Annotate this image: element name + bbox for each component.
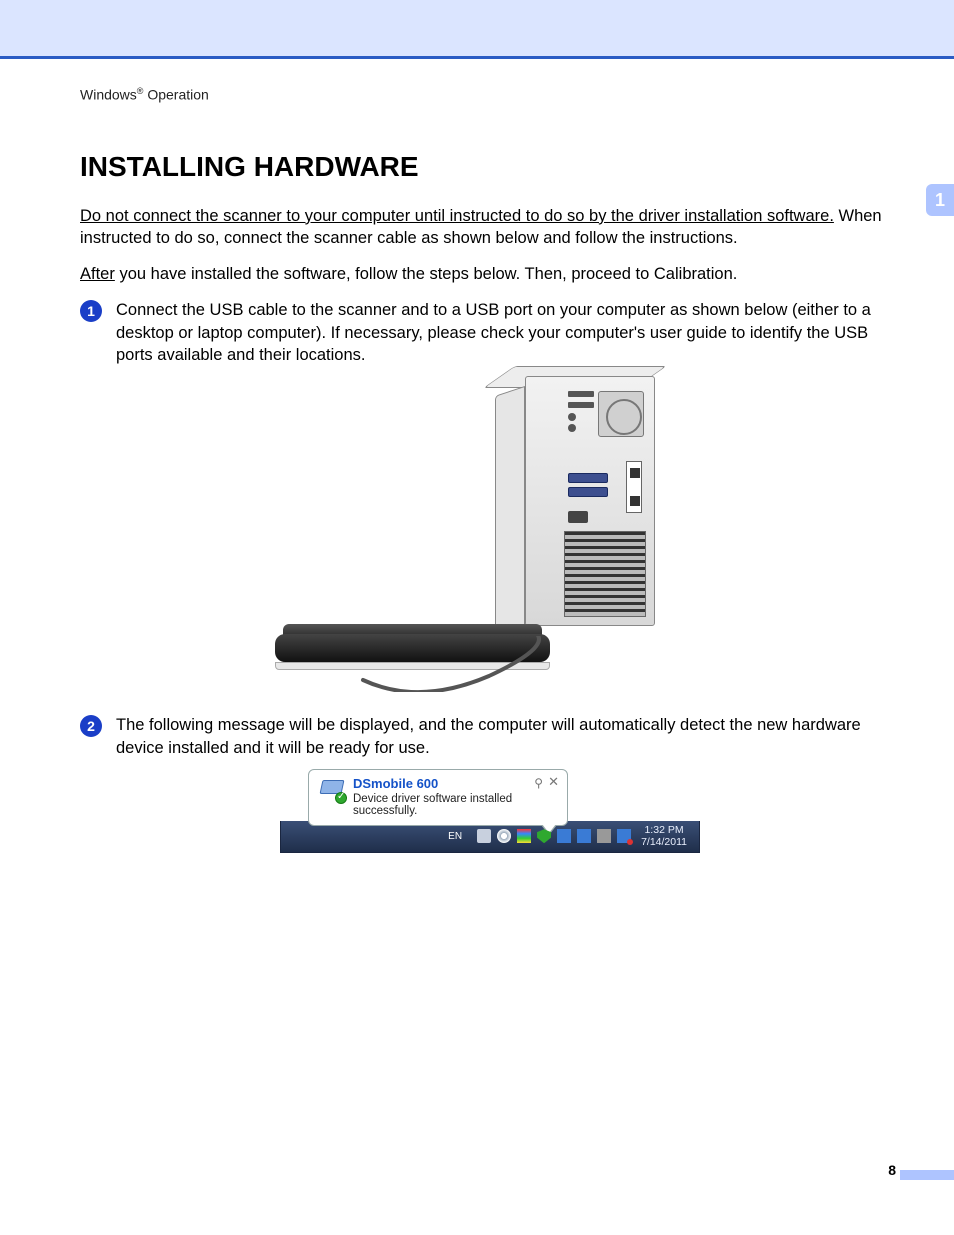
keyboard-icon[interactable] (477, 829, 491, 843)
step-number-1: 1 (80, 300, 102, 322)
breadcrumb-os: Windows (80, 87, 137, 103)
figure-notification: ⚲ ✕ DSmobile 600 Device driver software … (280, 769, 700, 853)
page-title: INSTALLING HARDWARE (80, 151, 900, 183)
tray-icon-1[interactable] (557, 829, 571, 843)
notification-title: DSmobile 600 (353, 776, 557, 791)
intro-paragraph-1: Do not connect the scanner to your compu… (80, 205, 900, 250)
step-2-num: 2 (87, 718, 95, 734)
close-icon[interactable]: ✕ (548, 774, 559, 790)
registered-mark: ® (137, 86, 144, 96)
header-band (0, 0, 954, 56)
header-rule (0, 56, 954, 59)
step-1-text: Connect the USB cable to the scanner and… (116, 299, 900, 366)
figure-hardware (275, 376, 705, 696)
pin-icon: ⚲ (534, 776, 543, 790)
clock-date: 7/14/2011 (641, 836, 687, 848)
notification-message: Device driver software installed success… (353, 793, 557, 817)
flag-icon[interactable] (517, 829, 531, 843)
chapter-number: 1 (935, 190, 945, 211)
page-number: 8 (888, 1162, 896, 1178)
after-underlined: After (80, 265, 115, 283)
clock-time: 1:32 PM (641, 824, 687, 836)
device-ok-icon (319, 776, 345, 802)
shield-icon[interactable] (537, 829, 551, 843)
content-area: Windows® Operation INSTALLING HARDWARE D… (80, 86, 900, 853)
disc-icon[interactable] (497, 829, 511, 843)
breadcrumb: Windows® Operation (80, 86, 900, 103)
usb-cable-icon (359, 636, 619, 692)
breadcrumb-section: Operation (147, 87, 208, 103)
tray-icon-3[interactable] (597, 829, 611, 843)
intro-paragraph-2: After you have installed the software, f… (80, 263, 900, 285)
balloon-notification: ⚲ ✕ DSmobile 600 Device driver software … (308, 769, 568, 826)
after-rest: you have installed the software, follow … (119, 265, 737, 283)
chapter-tab: 1 (926, 184, 954, 216)
step-number-2: 2 (80, 715, 102, 737)
language-indicator[interactable]: EN (445, 830, 465, 843)
step-2: 2 The following message will be displaye… (80, 714, 900, 759)
taskbar-clock[interactable]: 1:32 PM 7/14/2011 (635, 823, 693, 849)
intro-underlined: Do not connect the scanner to your compu… (80, 207, 834, 225)
step-1-num: 1 (87, 303, 95, 319)
tray-icon-2[interactable] (577, 829, 591, 843)
step-1: 1 Connect the USB cable to the scanner a… (80, 299, 900, 366)
computer-tower-icon (495, 376, 665, 636)
footer-accent (900, 1170, 954, 1180)
step-2-text: The following message will be displayed,… (116, 714, 900, 759)
power-icon[interactable] (617, 829, 631, 843)
